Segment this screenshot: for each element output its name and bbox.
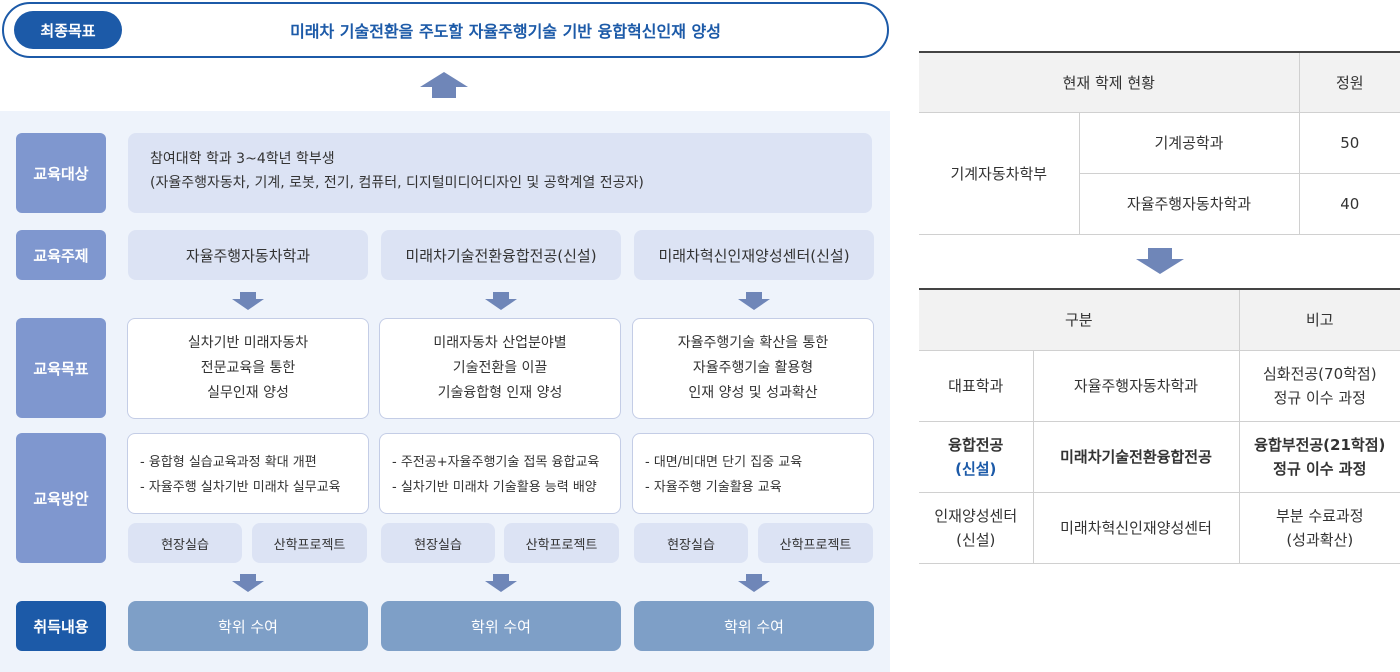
objective-2-line-2: 기술전환을 이끌 bbox=[452, 360, 548, 376]
down-arrow-icon bbox=[485, 292, 517, 310]
note-line: 부분 수료과정 bbox=[1275, 506, 1364, 525]
industry-project-box-2: 산학프로젝트 bbox=[504, 523, 619, 563]
row-label-target: 교육대상 bbox=[16, 133, 106, 213]
method-3-line-2: - 자율주행 기술활용 교육 bbox=[645, 480, 782, 495]
down-arrow-icon bbox=[232, 574, 264, 592]
final-goal-text: 미래차 기술전환을 주도할 자율주행기술 기반 융합혁신인재 양성 bbox=[290, 22, 721, 41]
method-box-3: - 대면/비대면 단기 집중 교육 - 자율주행 기술활용 교육 bbox=[632, 433, 874, 514]
objective-3-line-3: 인재 양성 및 성과확산 bbox=[688, 385, 818, 401]
field-practice-box-3: 현장실습 bbox=[634, 523, 748, 563]
method-2-line-2: - 실차기반 미래차 기술활용 능력 배양 bbox=[392, 480, 597, 495]
field-practice-box-1: 현장실습 bbox=[128, 523, 242, 563]
table2-note-cell: 심화전공(70학점) 정규 이수 과정 bbox=[1239, 350, 1400, 422]
topic-box-1: 자율주행자동차학과 bbox=[128, 230, 368, 280]
table1-header-status: 현재 학제 현황 bbox=[919, 52, 1300, 113]
objective-1-line-2: 전문교육을 통한 bbox=[200, 360, 296, 376]
type-line: 대표학과 bbox=[948, 376, 1004, 395]
method-box-1: - 융합형 실습교육과정 확대 개편 - 자율주행 실차기반 미래차 실무교육 bbox=[127, 433, 369, 514]
note-line: (성과확산) bbox=[1286, 530, 1354, 549]
type-line: 융합전공 bbox=[948, 435, 1004, 454]
result-box-2: 학위 수여 bbox=[381, 601, 621, 651]
type-line: (신설) bbox=[956, 530, 996, 549]
note-line: 정규 이수 과정 bbox=[1273, 459, 1367, 478]
type-line-new: (신설) bbox=[955, 459, 997, 478]
row-label-method: 교육방안 bbox=[16, 433, 106, 563]
industry-project-box-1: 산학프로젝트 bbox=[252, 523, 367, 563]
target-line-1: 참여대학 학과 3~4학년 학부생 bbox=[150, 151, 335, 167]
table2-type-cell: 인재양성센터 (신설) bbox=[919, 492, 1034, 564]
field-practice-box-2: 현장실습 bbox=[381, 523, 495, 563]
target-line-2: (자율주행자동차, 기계, 로봇, 전기, 컴퓨터, 디지털미디어디자인 및 공… bbox=[150, 175, 644, 191]
row-label-topic: 교육주제 bbox=[16, 230, 106, 280]
table2-name-cell: 미래차기술전환융합전공 bbox=[1033, 421, 1240, 493]
up-arrow-icon bbox=[420, 72, 468, 98]
topic-box-2: 미래차기술전환융합전공(신설) bbox=[381, 230, 621, 280]
table2-name-cell: 미래차혁신인재양성센터 bbox=[1033, 492, 1240, 564]
result-box-3: 학위 수여 bbox=[634, 601, 874, 651]
table2-note-cell: 융합부전공(21학점) 정규 이수 과정 bbox=[1239, 421, 1400, 493]
objective-box-3: 자율주행기술 확산을 통한 자율주행기술 활용형 인재 양성 및 성과확산 bbox=[632, 318, 874, 419]
objective-3-line-2: 자율주행기술 활용형 bbox=[692, 360, 814, 376]
current-status-table: 현재 학제 현황 정원 기계자동차학부 기계공학과 50 자율주행자동차학과 4… bbox=[919, 51, 1400, 235]
note-line: 심화전공(70학점) bbox=[1262, 364, 1377, 383]
objective-box-1: 실차기반 미래자동차 전문교육을 통한 실무인재 양성 bbox=[127, 318, 369, 419]
table1-header-quota: 정원 bbox=[1299, 52, 1400, 113]
row-label-objective: 교육목표 bbox=[16, 318, 106, 418]
objective-box-2: 미래자동차 산업분야별 기술전환을 이끌 기술융합형 인재 양성 bbox=[379, 318, 621, 419]
education-target-box: 참여대학 학과 3~4학년 학부생 (자율주행자동차, 기계, 로봇, 전기, … bbox=[128, 133, 872, 213]
table1-dept-cell: 자율주행자동차학과 bbox=[1079, 173, 1300, 235]
type-line: 인재양성센터 bbox=[934, 506, 1018, 525]
table2-note-cell: 부분 수료과정 (성과확산) bbox=[1239, 492, 1400, 564]
row-label-result: 취득내용 bbox=[16, 601, 106, 651]
industry-project-box-3: 산학프로젝트 bbox=[758, 523, 873, 563]
note-line: 정규 이수 과정 bbox=[1273, 388, 1366, 407]
method-2-line-1: - 주전공+자율주행기술 접목 융합교육 bbox=[392, 455, 600, 470]
down-arrow-icon bbox=[738, 292, 770, 310]
table1-quota-cell: 50 bbox=[1299, 112, 1400, 174]
note-line: 융합부전공(21학점) bbox=[1254, 435, 1386, 454]
method-1-line-1: - 융합형 실습교육과정 확대 개편 bbox=[140, 455, 317, 470]
objective-2-line-3: 기술융합형 인재 양성 bbox=[437, 385, 563, 401]
objective-3-line-1: 자율주행기술 확산을 통한 bbox=[677, 335, 829, 351]
down-arrow-icon bbox=[1136, 248, 1184, 274]
method-1-line-2: - 자율주행 실차기반 미래차 실무교육 bbox=[140, 480, 341, 495]
down-arrow-icon bbox=[485, 574, 517, 592]
final-goal-bar: 최종목표 미래차 기술전환을 주도할 자율주행기술 기반 융합혁신인재 양성 bbox=[2, 2, 889, 58]
down-arrow-icon bbox=[232, 292, 264, 310]
final-goal-label: 최종목표 bbox=[14, 11, 122, 49]
table2-type-cell: 대표학과 bbox=[919, 350, 1034, 422]
table2-type-cell: 융합전공 (신설) bbox=[919, 421, 1034, 493]
table2-name-cell: 자율주행자동차학과 bbox=[1033, 350, 1240, 422]
table2-header-category: 구분 bbox=[919, 289, 1240, 351]
table1-quota-cell: 40 bbox=[1299, 173, 1400, 235]
new-structure-table: 구분 비고 대표학과 자율주행자동차학과 심화전공(70학점) 정규 이수 과정… bbox=[919, 288, 1400, 564]
method-box-2: - 주전공+자율주행기술 접목 융합교육 - 실차기반 미래차 기술활용 능력 … bbox=[379, 433, 621, 514]
table1-school-cell: 기계자동차학부 bbox=[919, 112, 1080, 235]
result-box-1: 학위 수여 bbox=[128, 601, 368, 651]
objective-2-line-1: 미래자동차 산업분야별 bbox=[433, 335, 567, 351]
table2-header-note: 비고 bbox=[1239, 289, 1400, 351]
down-arrow-icon bbox=[738, 574, 770, 592]
objective-1-line-3: 실무인재 양성 bbox=[207, 385, 289, 401]
objective-1-line-1: 실차기반 미래자동차 bbox=[187, 335, 309, 351]
method-3-line-1: - 대면/비대면 단기 집중 교육 bbox=[645, 455, 803, 470]
topic-box-3: 미래차혁신인재양성센터(신설) bbox=[634, 230, 874, 280]
table1-dept-cell: 기계공학과 bbox=[1079, 112, 1300, 174]
